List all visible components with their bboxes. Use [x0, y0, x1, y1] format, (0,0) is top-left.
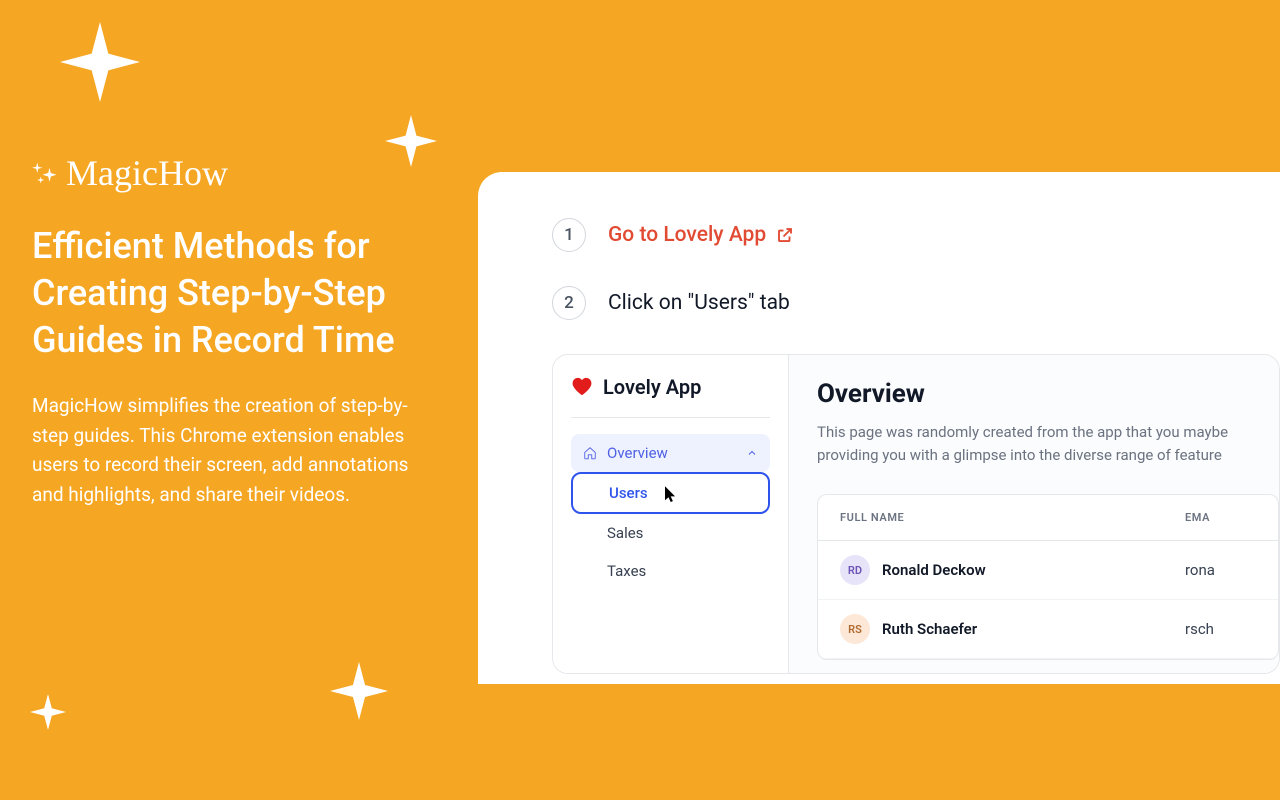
- sparkle-icon: [330, 662, 388, 720]
- step-number: 1: [552, 218, 586, 252]
- app-preview: Lovely App Overview Users Sales Taxes O: [552, 354, 1280, 674]
- table-header: FULL NAME EMA: [818, 495, 1278, 541]
- app-name: Lovely App: [603, 375, 701, 399]
- nav-sales[interactable]: Sales: [571, 514, 770, 552]
- users-table: FULL NAME EMA RD Ronald Deckow rona RS R…: [817, 494, 1279, 660]
- description: MagicHow simplifies the creation of step…: [32, 391, 427, 509]
- sparkles-icon: [32, 162, 60, 184]
- heart-icon: [571, 376, 593, 398]
- step-number: 2: [552, 286, 586, 320]
- brand-name: MagicHow: [66, 155, 228, 191]
- step-1-link[interactable]: Go to Lovely App: [608, 223, 794, 247]
- headline: Efficient Methods for Creating Step-by-S…: [32, 223, 427, 363]
- step-2-label: Click on "Users" tab: [608, 291, 790, 315]
- app-brand: Lovely App: [571, 375, 770, 418]
- row-name: Ruth Schaefer: [882, 620, 1185, 638]
- chevron-up-icon: [746, 447, 758, 459]
- nav-taxes[interactable]: Taxes: [571, 552, 770, 590]
- cursor-icon: [665, 486, 679, 504]
- row-name: Ronald Deckow: [882, 561, 1185, 579]
- step-1: 1 Go to Lovely App: [552, 218, 1280, 252]
- row-email: rona: [1185, 561, 1215, 579]
- brand-logo: MagicHow: [32, 155, 427, 191]
- guide-card: 1 Go to Lovely App 2 Click on "Users" ta…: [478, 172, 1280, 684]
- table-row[interactable]: RS Ruth Schaefer rsch: [818, 600, 1278, 659]
- nav-sales-label: Sales: [607, 524, 643, 542]
- sidebar: Lovely App Overview Users Sales Taxes: [553, 355, 789, 673]
- sparkle-icon: [30, 694, 66, 730]
- nav-overview-label: Overview: [607, 444, 668, 462]
- nav-users[interactable]: Users: [571, 472, 770, 514]
- col-full-name: FULL NAME: [840, 511, 1185, 524]
- sparkle-icon: [60, 22, 140, 102]
- table-row[interactable]: RD Ronald Deckow rona: [818, 541, 1278, 600]
- nav-users-label: Users: [609, 484, 648, 502]
- avatar: RS: [840, 614, 870, 644]
- hero-text: MagicHow Efficient Methods for Creating …: [32, 155, 427, 509]
- main-description: This page was randomly created from the …: [817, 421, 1279, 466]
- external-link-icon: [776, 226, 794, 244]
- avatar: RD: [840, 555, 870, 585]
- main-panel: Overview This page was randomly created …: [789, 355, 1279, 673]
- nav-overview[interactable]: Overview: [571, 434, 770, 472]
- home-icon: [583, 446, 597, 460]
- main-title: Overview: [817, 379, 1279, 409]
- row-email: rsch: [1185, 620, 1214, 638]
- col-email: EMA: [1185, 511, 1256, 524]
- step-1-label: Go to Lovely App: [608, 223, 766, 247]
- step-2: 2 Click on "Users" tab: [552, 286, 1280, 320]
- nav-taxes-label: Taxes: [607, 562, 646, 580]
